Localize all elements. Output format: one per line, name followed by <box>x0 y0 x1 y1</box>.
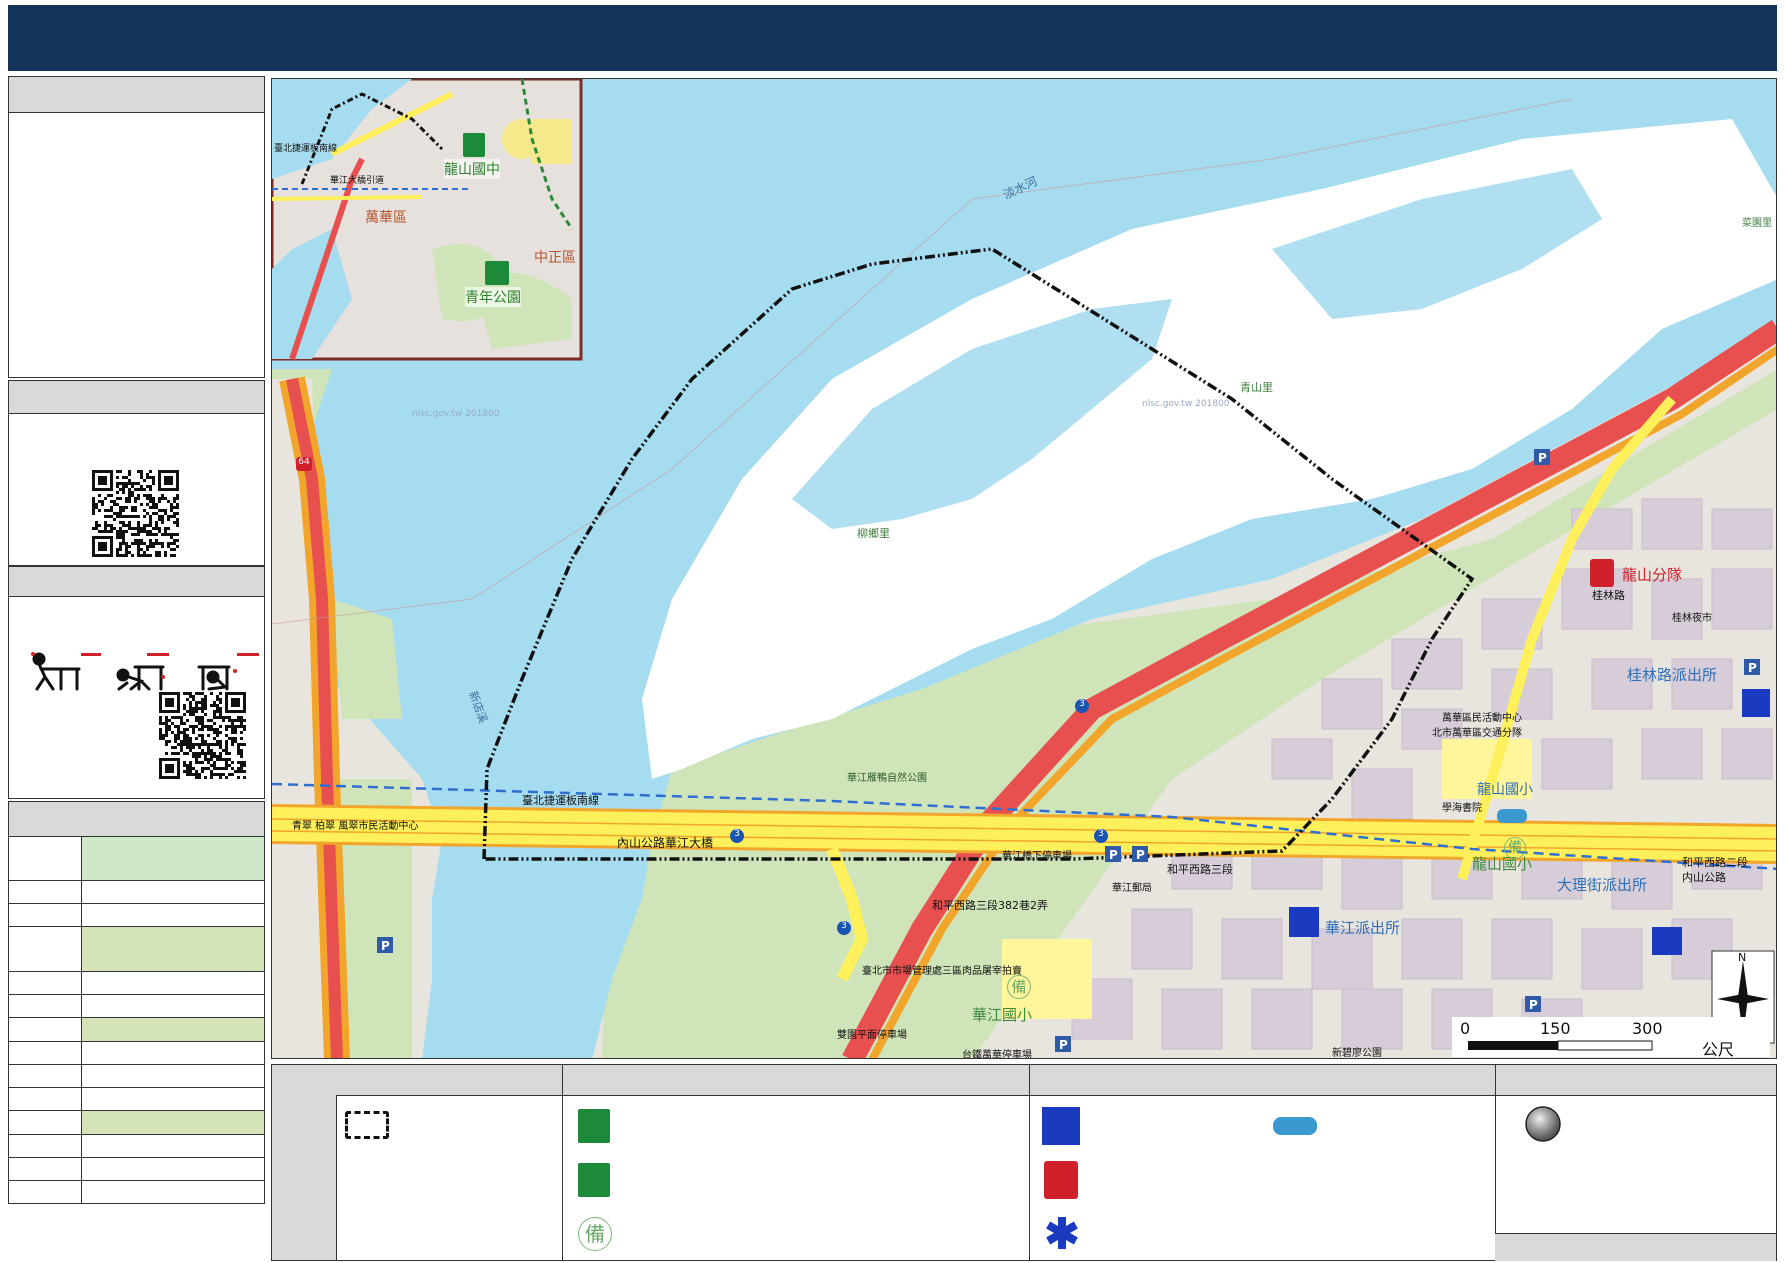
svg-text:P: P <box>1529 998 1538 1012</box>
road-label-heping2: 和平西路二段 <box>1682 856 1748 869</box>
legend-school-shelter-icon <box>578 1109 610 1143</box>
legend-aed-icon <box>1525 1106 1561 1142</box>
place-label-caiyuan: 菜園里 <box>1742 218 1772 229</box>
svg-text:P: P <box>1109 848 1118 862</box>
road-label-neishan: 内山公路 <box>1682 871 1726 884</box>
place-label-community-center: 青翠 柏翠 風翠市民活動中心 <box>292 821 419 832</box>
legend-medical-icon <box>1046 1217 1078 1249</box>
shelter-table <box>8 836 265 1204</box>
police-guilin-label[interactable]: 桂林路派出所 <box>1627 664 1717 685</box>
scale-tick-300: 300 <box>1632 1019 1663 1038</box>
place-label-post-office: 華江郵局 <box>1112 883 1152 894</box>
legend-footer-cell <box>1495 1233 1776 1261</box>
inset-park-label: 青年公園 <box>465 287 521 307</box>
police-guilin-icon[interactable] <box>1742 689 1770 717</box>
main-map[interactable]: PPP PPPP 淡水河 新店溪 柳鄉里 青山里 nlsc.gov.tw 201… <box>271 78 1777 1059</box>
police-huajiang-label[interactable]: 華江派出所 <box>1325 917 1400 938</box>
inset-district-wanhua: 萬華區 <box>365 210 407 226</box>
place-label-xuehai: 學海書院 <box>1442 803 1482 814</box>
title-bar <box>8 5 1777 71</box>
earthquake-section-header <box>9 567 264 597</box>
legend-header-row <box>336 1065 1776 1096</box>
school-longshan-label[interactable]: 龍山國小 <box>1477 779 1533 799</box>
inset-district-zhongzheng: 中正區 <box>534 250 576 266</box>
qr-section-header <box>9 381 264 414</box>
legend-panel: 備 <box>271 1064 1777 1261</box>
info-section-header <box>9 77 264 113</box>
place-label-tra-parking: 台鐵萬華停車場 <box>962 1050 1032 1059</box>
svg-text:P: P <box>1748 661 1757 675</box>
sidebar-earthquake-panel <box>8 566 265 799</box>
road-label-bridge: 內山公路華江大橋 <box>617 836 714 850</box>
svg-text:P: P <box>1136 848 1145 862</box>
legend-divider-1 <box>562 1065 563 1260</box>
inset-school-icon <box>463 133 485 157</box>
fire-station-icon[interactable] <box>1590 559 1614 587</box>
place-label-shuangyuan-parking: 雙園平面停車場 <box>837 1030 907 1041</box>
watermark-label-1: nlsc.gov.tw 201800 <box>412 409 500 419</box>
legend-fire-icon <box>1044 1161 1078 1199</box>
scale-tick-0: 0 <box>1460 1019 1471 1038</box>
legend-police-icon <box>1042 1107 1080 1145</box>
place-label-huajiang-parking: 華江橋下停車場 <box>1002 851 1072 862</box>
legend-helipad-icon <box>1273 1117 1317 1135</box>
watermark-label-2: nlsc.gov.tw 201800 <box>1142 399 1230 409</box>
reserve-shelter-icon: 備 <box>1504 837 1526 859</box>
qr-code[interactable] <box>92 470 179 557</box>
place-label-wetland-park: 華江雁鴨自然公園 <box>847 773 927 784</box>
route-shield-3a: 3 <box>730 829 744 843</box>
inset-road-label: 華江大橋引道 <box>330 176 385 186</box>
sidebar-qr-panel <box>8 380 265 566</box>
village-label-liuxiang: 柳鄉里 <box>857 527 890 540</box>
route-shield-3b: 3 <box>1094 829 1108 843</box>
legend-boundary-icon <box>345 1111 389 1139</box>
road-label-heping: 和平西路三段 <box>1167 863 1233 876</box>
legend-side-header <box>272 1065 337 1260</box>
north-label: N <box>1738 951 1747 964</box>
svg-text:P: P <box>381 939 390 953</box>
route-shield-3d: 3 <box>837 921 851 935</box>
table-section-header <box>9 802 264 837</box>
police-dali-label[interactable]: 大理街派出所 <box>1557 874 1647 895</box>
school-longshan-label-2[interactable]: 龍山國小 <box>1472 853 1532 874</box>
village-label-qingshan: 青山里 <box>1240 381 1273 394</box>
drop-cover-hold-illustration <box>31 652 259 691</box>
place-label-meat-market: 臺北市市場管理處三區肉品屠宰拍賣 <box>862 966 1022 977</box>
route-shield-64: 64 <box>296 457 312 471</box>
earthquake-qr-code[interactable] <box>159 692 246 779</box>
sidebar-table-panel <box>8 801 265 837</box>
reserve-shelter-icon-2: 備 <box>1007 975 1031 999</box>
legend-divider-2 <box>1029 1065 1030 1260</box>
place-label-park: 新碧廖公園 <box>1332 1048 1382 1059</box>
police-huajiang-icon[interactable] <box>1289 907 1319 937</box>
road-label-guilin: 桂林路 <box>1592 589 1625 602</box>
place-label-activity-center: 萬華區民活動中心 <box>1442 713 1522 724</box>
place-label-night-market: 桂林夜市 <box>1672 613 1712 624</box>
inset-mrt-label: 臺北捷運板南線 <box>274 144 338 154</box>
school-huajiang-label[interactable]: 華江國小 <box>972 1004 1032 1025</box>
legend-park-shelter-icon <box>578 1163 610 1197</box>
road-label-mrt: 臺北捷運板南線 <box>522 794 599 807</box>
helipad-icon <box>1497 809 1527 823</box>
police-dali-icon[interactable] <box>1652 927 1682 955</box>
scale-tick-150: 150 <box>1540 1019 1571 1038</box>
svg-text:P: P <box>1538 451 1547 465</box>
fire-station-label[interactable]: 龍山分隊 <box>1622 564 1682 585</box>
scale-unit: 公尺 <box>1702 1040 1735 1059</box>
inset-school-label: 龍山國中 <box>444 159 500 179</box>
legend-divider-3 <box>1495 1065 1496 1260</box>
sidebar-info-panel <box>8 76 265 378</box>
legend-reserve-shelter-icon: 備 <box>578 1217 612 1251</box>
inset-park-icon <box>485 261 509 285</box>
place-label-traffic-unit: 北市萬華區交通分隊 <box>1432 728 1522 739</box>
route-shield-3c: 3 <box>1075 699 1089 713</box>
road-label-alley: 和平西路三段382巷2弄 <box>932 899 1048 912</box>
svg-text:P: P <box>1059 1038 1068 1052</box>
